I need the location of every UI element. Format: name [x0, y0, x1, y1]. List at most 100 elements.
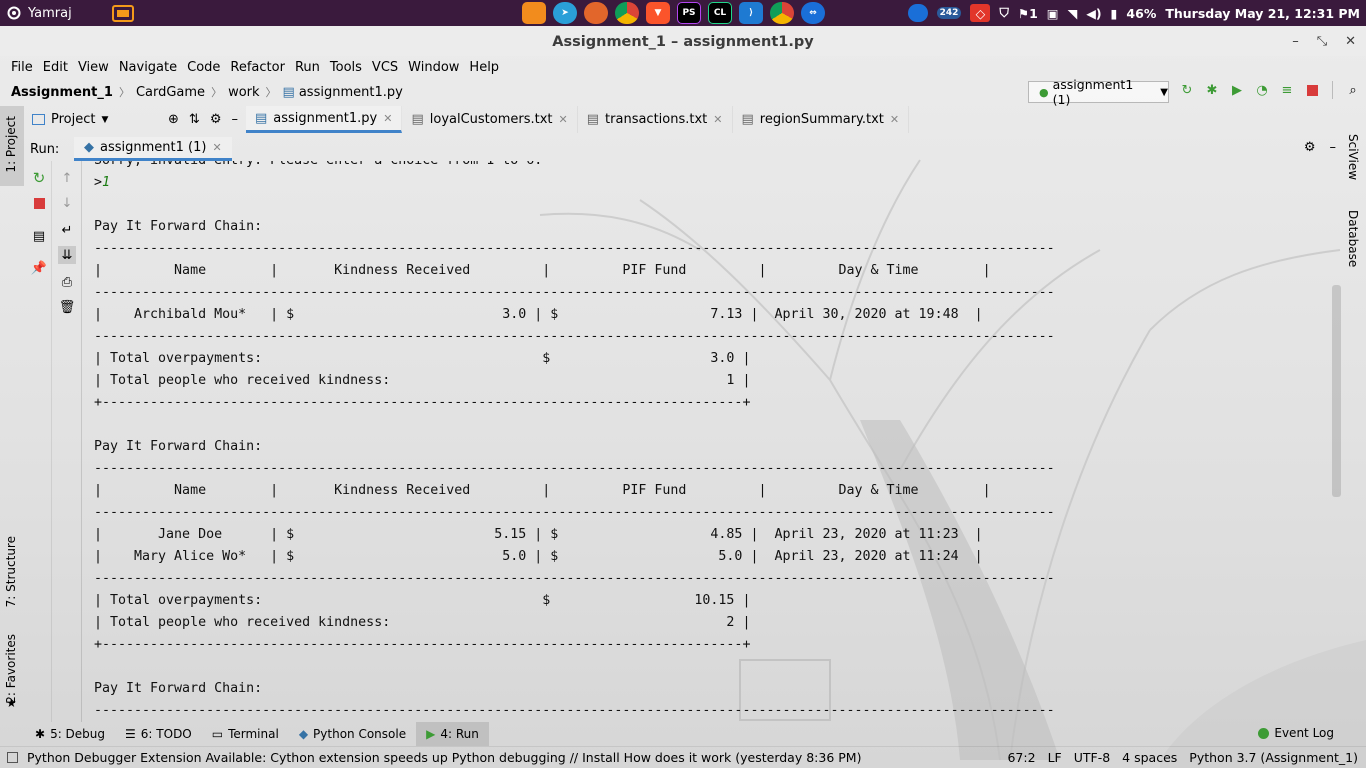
- tool-debug[interactable]: ✱ 5: Debug: [25, 722, 115, 746]
- event-log-button[interactable]: Event Log: [1258, 726, 1334, 740]
- tool-window-favorites[interactable]: 2: Favorites: [4, 634, 18, 704]
- arrow-up-icon[interactable]: ↑: [58, 169, 76, 187]
- shield-icon[interactable]: ⛉: [999, 5, 1008, 21]
- rerun-icon[interactable]: ↻: [1178, 81, 1196, 99]
- tool-python-console[interactable]: ◆ Python Console: [289, 722, 416, 746]
- tab-regionsummary-txt[interactable]: ▤ regionSummary.txt ✕: [733, 106, 910, 133]
- status-toggle-icon[interactable]: [7, 752, 18, 763]
- debug-icon[interactable]: ✱: [1203, 81, 1221, 99]
- profile-icon[interactable]: ◔: [1253, 81, 1271, 99]
- chevron-right-icon: 〉: [265, 86, 277, 99]
- stop-icon[interactable]: [30, 194, 48, 212]
- run-tab-assignment1[interactable]: ◆ assignment1 (1) ✕: [74, 137, 232, 161]
- search-icon[interactable]: ⌕: [1344, 81, 1362, 99]
- breadcrumb-folder-work[interactable]: work: [228, 85, 259, 100]
- close-icon[interactable]: ✕: [559, 113, 568, 126]
- arrow-down-icon[interactable]: ↓: [58, 194, 76, 212]
- files-icon[interactable]: [522, 2, 546, 24]
- tool-window-database[interactable]: Database: [1346, 210, 1360, 267]
- tool-terminal[interactable]: ▭ Terminal: [202, 722, 289, 746]
- close-icon[interactable]: ✕: [212, 141, 221, 154]
- menu-run[interactable]: Run: [290, 60, 325, 75]
- project-view-selector[interactable]: Project ▼: [24, 112, 168, 127]
- chrome-icon[interactable]: [770, 2, 794, 24]
- folder-app-icon[interactable]: [111, 4, 134, 22]
- tool-todo[interactable]: ☰ 6: TODO: [115, 722, 202, 746]
- window-titlebar[interactable]: Assignment_1 – assignment1.py – ⤡ ✕: [0, 26, 1366, 56]
- layout-icon[interactable]: ▤: [30, 227, 48, 245]
- tool-window-sciview[interactable]: SciView: [1346, 134, 1360, 180]
- soft-wrap-icon[interactable]: ↵: [58, 221, 76, 239]
- battery-percentage[interactable]: 46%: [1126, 6, 1156, 21]
- battery-icon[interactable]: ▮: [1111, 6, 1118, 21]
- teamviewer-icon[interactable]: ⇔: [801, 2, 825, 24]
- menu-file[interactable]: File: [6, 60, 38, 75]
- collapse-icon[interactable]: ⇅: [189, 112, 200, 127]
- trash-icon[interactable]: 🗑: [58, 298, 76, 316]
- screen-icon[interactable]: ▣: [1047, 6, 1059, 21]
- clion-icon[interactable]: CL: [708, 2, 732, 24]
- status-message[interactable]: Python Debugger Extension Available: Cyt…: [27, 750, 861, 765]
- firefox-icon[interactable]: [584, 2, 608, 24]
- python-interpreter[interactable]: Python 3.7 (Assignment_1): [1189, 750, 1358, 765]
- close-icon[interactable]: ✕: [383, 112, 392, 125]
- breadcrumb-folder-cardgame[interactable]: CardGame: [136, 85, 205, 100]
- run-console-output[interactable]: Sorry, invalid entry. Please enter a cho…: [82, 161, 1332, 722]
- notification-count[interactable]: ⚑ 1: [1018, 6, 1038, 21]
- menu-view[interactable]: View: [73, 60, 114, 75]
- locate-icon[interactable]: ⊕: [168, 112, 179, 127]
- anydesk-icon[interactable]: ◇: [970, 4, 991, 22]
- brave-icon[interactable]: ▼: [646, 2, 670, 24]
- tab-transactions-txt[interactable]: ▤ transactions.txt ✕: [578, 106, 733, 133]
- close-icon[interactable]: ✕: [713, 113, 722, 126]
- line-separator[interactable]: LF: [1048, 750, 1062, 765]
- chrome-icon[interactable]: [615, 2, 639, 24]
- menu-help[interactable]: Help: [464, 60, 504, 75]
- tool-window-structure[interactable]: 7: Structure: [4, 536, 18, 607]
- phpstorm-icon[interactable]: PS: [677, 2, 701, 24]
- restore-icon[interactable]: ⤡: [1317, 26, 1327, 58]
- pin-icon[interactable]: 📌: [30, 259, 48, 277]
- hide-icon[interactable]: –: [231, 112, 238, 127]
- hide-icon[interactable]: –: [1330, 140, 1337, 155]
- coverage-icon[interactable]: ▶: [1228, 81, 1246, 99]
- tray-badge[interactable]: 242: [936, 7, 962, 19]
- file-encoding[interactable]: UTF-8: [1074, 750, 1110, 765]
- caret-position[interactable]: 67:2: [1007, 750, 1035, 765]
- run-configuration-dropdown[interactable]: ● assignment1 (1) ▼: [1028, 77, 1169, 107]
- minimize-icon[interactable]: –: [1292, 26, 1299, 58]
- breadcrumb-file[interactable]: assignment1.py: [299, 85, 403, 100]
- tool-run[interactable]: ▶ 4: Run: [416, 722, 489, 746]
- breadcrumb-project[interactable]: Assignment_1: [11, 85, 113, 100]
- indent-setting[interactable]: 4 spaces: [1122, 750, 1177, 765]
- console-scrollbar[interactable]: [1332, 285, 1341, 497]
- print-icon[interactable]: ⎙: [58, 273, 76, 291]
- clock[interactable]: Thursday May 21, 12:31 PM: [1165, 6, 1360, 21]
- menu-tools[interactable]: Tools: [325, 60, 367, 75]
- teamviewer-tray-icon[interactable]: [907, 4, 928, 22]
- vscode-icon[interactable]: ⟩: [739, 2, 763, 24]
- concurrency-icon[interactable]: ≡: [1278, 81, 1296, 99]
- gear-icon[interactable]: ⚙: [210, 112, 222, 127]
- tool-window-project[interactable]: 1: Project: [4, 116, 18, 173]
- menu-refactor[interactable]: Refactor: [225, 60, 290, 75]
- close-icon[interactable]: ✕: [890, 113, 899, 126]
- console-input: 1: [102, 175, 111, 190]
- scroll-to-end-icon[interactable]: ⇊: [58, 246, 76, 264]
- menu-edit[interactable]: Edit: [38, 60, 73, 75]
- menu-navigate[interactable]: Navigate: [114, 60, 182, 75]
- wifi-icon[interactable]: ◥: [1068, 6, 1078, 21]
- stop-icon[interactable]: [1303, 81, 1321, 99]
- gear-icon[interactable]: ⚙: [1304, 140, 1316, 155]
- close-icon[interactable]: ✕: [1345, 26, 1356, 58]
- settings-gear-icon[interactable]: [6, 5, 22, 21]
- menu-window[interactable]: Window: [403, 60, 464, 75]
- tab-loyalcustomers-txt[interactable]: ▤ loyalCustomers.txt ✕: [402, 106, 578, 133]
- telegram-icon[interactable]: ➤: [553, 2, 577, 24]
- user-name[interactable]: Yamraj: [28, 6, 72, 21]
- menu-vcs[interactable]: VCS: [367, 60, 403, 75]
- tab-assignment1-py[interactable]: ▤ assignment1.py ✕: [245, 106, 403, 133]
- volume-icon[interactable]: ◀): [1086, 6, 1101, 21]
- menu-code[interactable]: Code: [182, 60, 225, 75]
- rerun-icon[interactable]: ↻: [30, 169, 48, 187]
